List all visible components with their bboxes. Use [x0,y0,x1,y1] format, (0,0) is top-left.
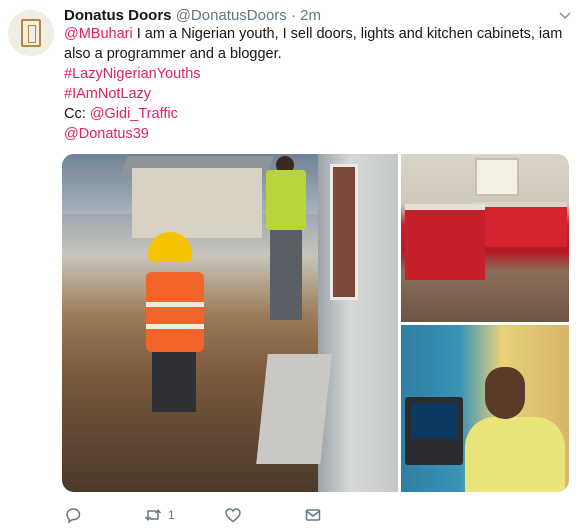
photo-kitchen-window [475,158,519,196]
tweet-header: Donatus Doors @DonatusDoors · 2m [64,6,321,26]
author-handle[interactable]: @DonatusDoors [176,7,287,24]
avatar[interactable] [8,10,54,56]
photo-island-cabinet [405,204,485,280]
retweet-count: 1 [168,508,175,522]
photo-shirt [465,417,565,492]
photo-laptop-screen [411,403,457,439]
reply-button[interactable] [64,506,82,524]
tweet-body-line2: also a programmer and a blogger. [64,46,282,62]
selfie-with-laptop-photo[interactable] [401,325,569,492]
photo-vest-green [266,170,306,230]
reply-icon [66,508,81,524]
mention-donatus39[interactable]: @Donatus39 [64,126,149,142]
photo-legs [152,352,196,412]
photo-helmet [148,232,192,262]
mention-mbuhari[interactable]: @MBuhari [64,26,133,42]
photo-laptop [405,397,463,465]
like-button[interactable] [224,506,242,524]
retweet-icon [144,509,162,521]
tweet-card[interactable]: Donatus Doors @DonatusDoors · 2m @MBuhar… [0,0,580,531]
mention-gidi-traffic[interactable]: @Gidi_Traffic [90,106,178,122]
cc-label: Cc: [64,106,90,122]
media-grid [62,154,569,492]
photo-worker-green-vest [266,156,310,326]
photo-legs-grey [270,230,302,320]
retweet-button[interactable]: 1 [144,506,175,524]
photo-house [132,168,262,238]
photo-face [485,367,525,419]
heart-icon [225,508,241,523]
red-kitchen-cabinets-photo[interactable] [401,154,569,322]
tweet-text: @MBuhari I am a Nigerian youth, I sell d… [64,24,569,144]
timestamp[interactable]: 2m [300,7,321,24]
tweet-body-line1: I am a Nigerian youth, I sell doors, lig… [132,26,563,42]
photo-worker-orange-vest [146,232,210,412]
construction-site-photo[interactable] [62,154,398,492]
separator-dot: · [290,7,296,24]
photo-window [330,164,358,300]
chevron-down-icon[interactable] [558,8,572,22]
photo-vest [146,272,204,352]
photo-wall-cabinets [471,202,567,247]
author-name[interactable]: Donatus Doors [64,7,172,24]
direct-message-button[interactable] [304,506,322,524]
donatus-doors-logo-icon [21,19,41,47]
photo-ladder [256,354,332,464]
hashtag-iamnotlazy[interactable]: #IAmNotLazy [64,86,151,102]
envelope-icon [305,509,321,521]
hashtag-lazynigerianyouths[interactable]: #LazyNigerianYouths [64,66,201,82]
